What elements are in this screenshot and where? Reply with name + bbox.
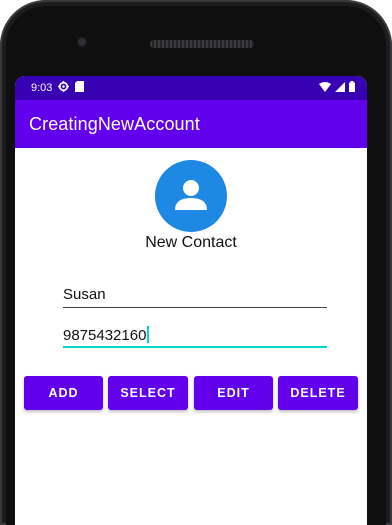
name-field-value: Susan [63, 286, 106, 303]
select-button[interactable]: SELECT [108, 376, 188, 410]
app-title: CreatingNewAccount [29, 113, 200, 134]
edit-button[interactable]: EDIT [194, 376, 273, 410]
contact-title: New Contact [145, 234, 237, 251]
person-icon [171, 176, 211, 216]
phone-field[interactable]: 9875432160 [63, 318, 327, 348]
add-button[interactable]: ADD [24, 376, 103, 410]
settings-gear-icon [58, 81, 70, 95]
app-bar: CreatingNewAccount [15, 100, 367, 148]
status-bar: 9:03 [15, 76, 367, 100]
signal-icon [335, 81, 345, 95]
battery-icon [349, 81, 355, 95]
front-camera [78, 38, 86, 46]
status-time: 9:03 [31, 82, 53, 94]
delete-button[interactable]: DELETE [278, 376, 358, 410]
phone-field-underline [63, 346, 327, 348]
contact-avatar[interactable] [155, 160, 227, 232]
name-field-underline [63, 307, 327, 308]
earpiece-speaker [150, 40, 254, 48]
wifi-icon [319, 81, 331, 95]
phone-field-value: 9875432160 [63, 327, 147, 344]
text-cursor [147, 326, 150, 343]
action-button-row: ADD SELECT EDIT DELETE [15, 376, 367, 410]
device-screen: 9:03 CreatingNewAccount New Contact Susa… [15, 76, 367, 525]
sd-card-icon [75, 81, 85, 95]
name-field[interactable]: Susan [63, 278, 327, 308]
